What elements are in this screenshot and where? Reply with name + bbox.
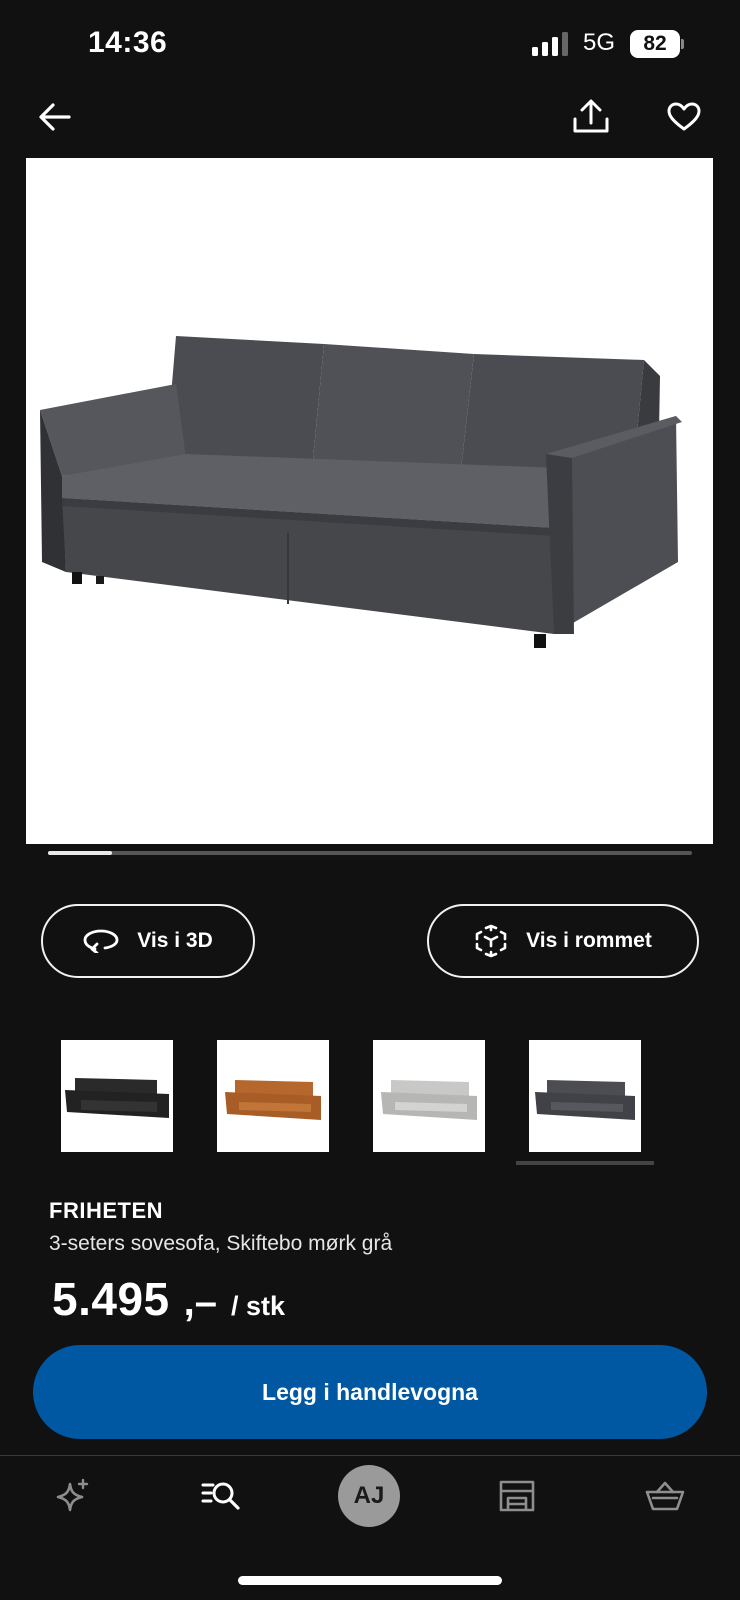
variant-dark-grey[interactable] — [529, 1040, 641, 1152]
product-image[interactable] — [26, 158, 713, 844]
battery-tip — [681, 39, 684, 49]
variant-orange-thumbnail — [225, 1080, 321, 1120]
variant-dark-grey-thumbnail — [535, 1080, 635, 1120]
price-value: 5.495 — [52, 1273, 170, 1325]
add-to-cart-label: Legg i handlevogna — [262, 1378, 478, 1405]
view-3d-button[interactable]: Vis i 3D — [41, 904, 255, 978]
color-variants — [0, 1040, 740, 1170]
favorite-button[interactable] — [660, 93, 708, 141]
variant-light-grey[interactable] — [373, 1040, 485, 1152]
product-name: FRIHETEN — [49, 1198, 163, 1223]
avatar: AJ — [338, 1465, 400, 1527]
share-icon — [573, 99, 609, 133]
share-button[interactable] — [567, 93, 615, 141]
price-unit: / stk — [230, 1291, 286, 1321]
variant-orange[interactable] — [217, 1040, 329, 1152]
product-price: 5.495 ,– / stk — [52, 1272, 285, 1326]
selected-variant-indicator — [516, 1161, 654, 1165]
bottom-tab-bar: AJ — [0, 1456, 740, 1556]
home-indicator — [238, 1576, 502, 1585]
price-suffix: ,– — [183, 1280, 217, 1324]
view-in-room-label: Vis i rommet — [526, 929, 652, 952]
rotate-3d-icon — [83, 929, 119, 953]
network-type: 5G — [583, 29, 616, 56]
view-in-room-button[interactable]: Vis i rommet — [427, 904, 699, 978]
image-carousel-progress — [48, 851, 692, 855]
add-to-cart-button[interactable]: Legg i handlevogna — [33, 1345, 707, 1439]
tab-search[interactable] — [181, 1456, 261, 1536]
battery-indicator: 82 — [630, 30, 684, 58]
heart-icon — [667, 102, 701, 131]
product-description: 3-seters sovesofa, Skiftebo mørk grå — [49, 1232, 393, 1255]
battery-level: 82 — [630, 30, 680, 58]
tab-profile[interactable]: AJ — [329, 1456, 409, 1536]
sofa-illustration — [40, 336, 682, 648]
ar-cube-icon — [475, 924, 507, 958]
status-time: 14:36 — [88, 26, 168, 59]
search-list-icon — [201, 1482, 240, 1510]
view-3d-label: Vis i 3D — [137, 929, 213, 952]
store-icon — [499, 1480, 535, 1512]
tab-cart[interactable] — [625, 1456, 705, 1536]
sparkle-icon — [56, 1478, 89, 1512]
status-bar: 14:36 5G 82 — [0, 0, 740, 80]
tab-inspiration[interactable] — [33, 1456, 113, 1536]
variant-black[interactable] — [61, 1040, 173, 1152]
top-navigation — [0, 90, 740, 150]
cellular-signal-icon — [532, 32, 568, 56]
variant-light-grey-thumbnail — [381, 1080, 477, 1120]
back-button[interactable] — [31, 93, 79, 141]
variant-black-thumbnail — [65, 1078, 169, 1118]
shopping-basket-icon — [645, 1481, 685, 1511]
tab-store[interactable] — [477, 1456, 557, 1536]
arrow-left-icon — [39, 103, 71, 131]
image-carousel-progress-fill — [48, 851, 113, 855]
